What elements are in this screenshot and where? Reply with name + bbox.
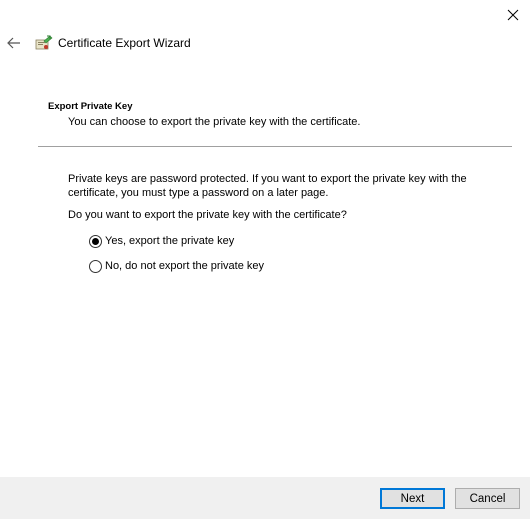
page-heading: Export Private Key (48, 101, 133, 112)
certificate-export-wizard-window: Certificate Export Wizard Export Private… (0, 0, 530, 519)
radio-button-no[interactable] (89, 259, 102, 273)
description-text: Private keys are password protected. If … (68, 173, 467, 199)
wizard-title-bar: Certificate Export Wizard (35, 33, 191, 53)
radio-option-no[interactable]: No, do not export the private key (89, 258, 264, 274)
certificate-icon (35, 35, 53, 50)
back-arrow-icon (7, 37, 20, 49)
back-button[interactable] (3, 32, 25, 54)
radio-label-yes[interactable]: Yes, export the private key (105, 235, 234, 247)
radio-button-yes[interactable] (89, 234, 102, 248)
close-icon (507, 9, 519, 21)
button-footer (0, 477, 530, 519)
export-question: Do you want to export the private key wi… (68, 209, 347, 221)
page-subheading: You can choose to export the private key… (68, 116, 361, 128)
wizard-title: Certificate Export Wizard (58, 36, 191, 50)
cancel-button[interactable]: Cancel (455, 488, 520, 509)
header-divider (38, 146, 512, 147)
radio-option-yes[interactable]: Yes, export the private key (89, 233, 234, 249)
next-button[interactable]: Next (380, 488, 445, 509)
radio-label-no[interactable]: No, do not export the private key (105, 260, 264, 272)
close-button[interactable] (496, 0, 530, 30)
